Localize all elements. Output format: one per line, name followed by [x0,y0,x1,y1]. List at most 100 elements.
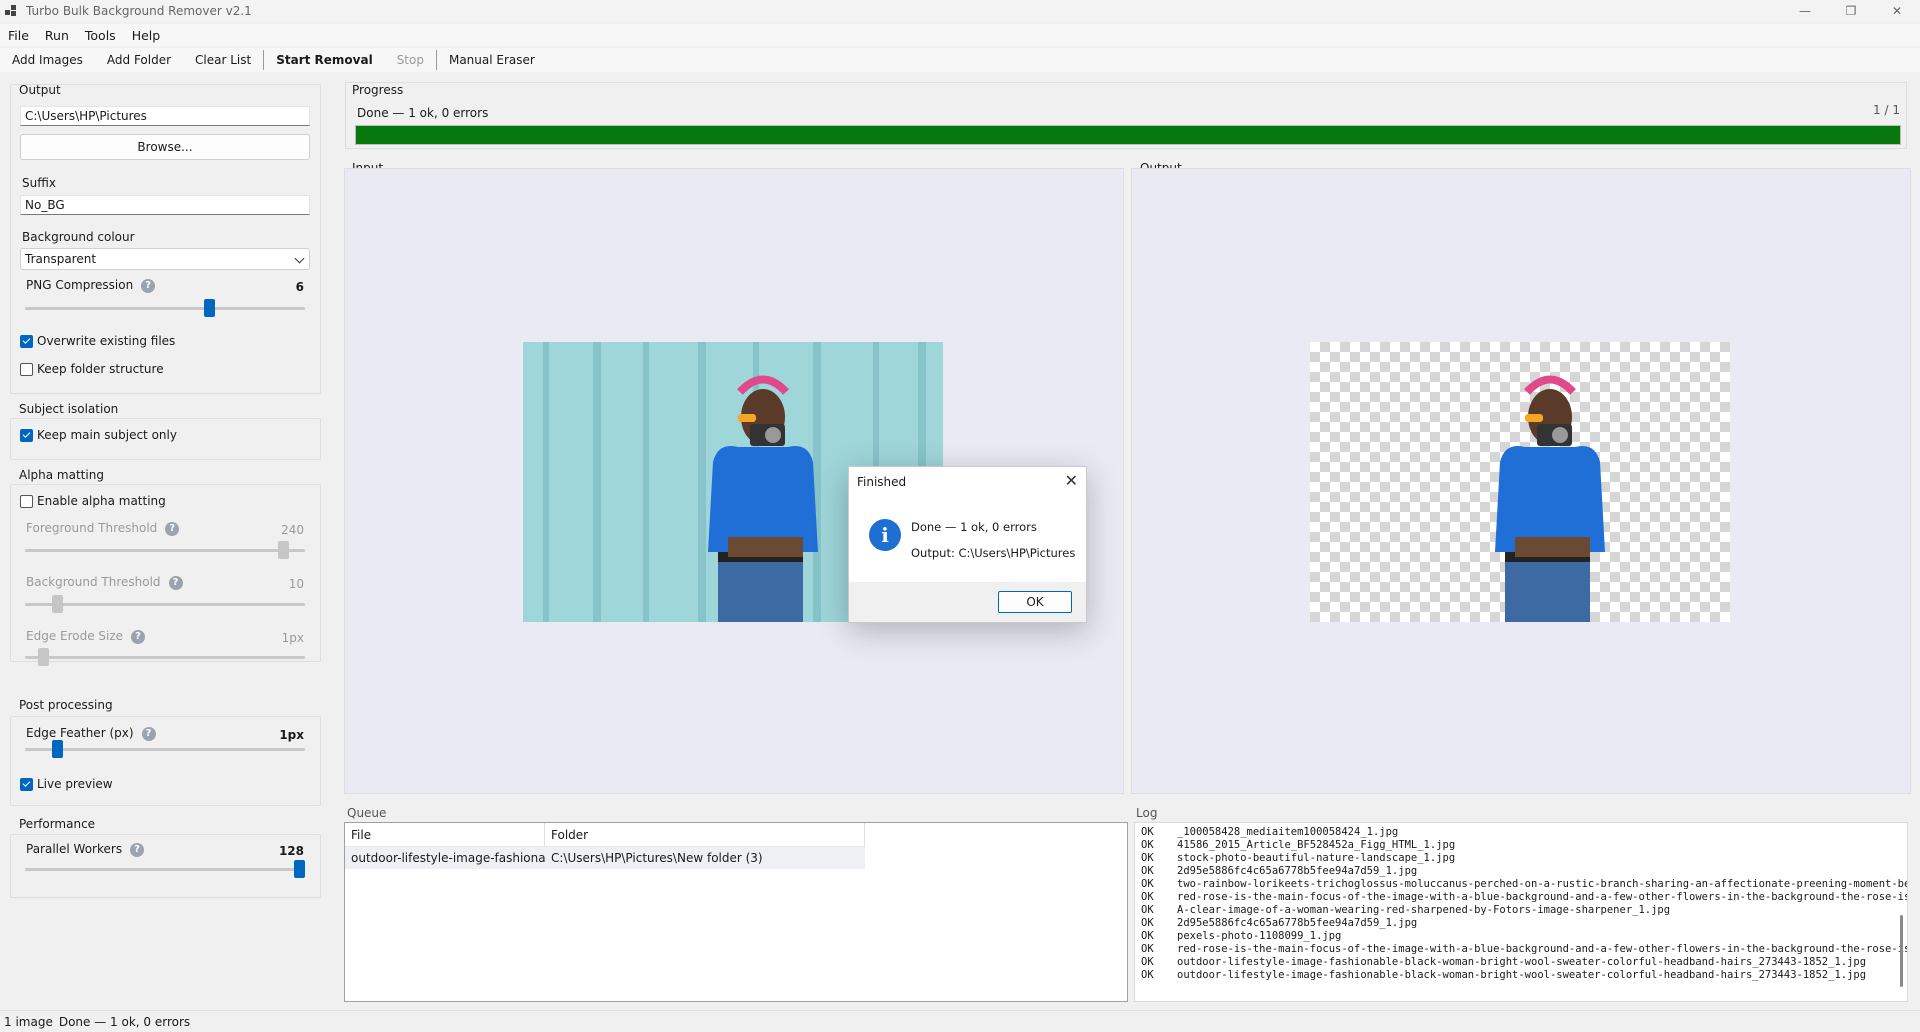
fg-threshold-thumb[interactable] [277,541,289,559]
menu-help[interactable]: Help [124,28,169,43]
bg-colour-value: Transparent [25,252,97,266]
list-item: OK A-clear-image-of-a-woman-wearing-red-s… [1141,904,1671,916]
overwrite-label: Overwrite existing files [37,334,176,348]
suffix-label: Suffix [22,176,56,190]
clear-list-button[interactable]: Clear List [183,48,263,72]
output-group-title: Output [19,83,61,97]
title-bar: Turbo Bulk Background Remover v2.1 — ❐ ✕ [0,0,1920,22]
parallel-workers-value: 128 [278,844,304,858]
list-item: OK 41586_2015_Article_BF528452a_Figg_HTML… [1141,839,1456,851]
list-item: OK pexels-photo-1108099_1.jpg [1141,930,1342,942]
start-removal-button[interactable]: Start Removal [264,48,384,72]
log-title: Log [1136,806,1158,820]
list-item: OK 2d95e5886fc4c65a6778b5fee94a7d59_1.jpg [1141,865,1418,877]
edge-erode-thumb[interactable] [38,648,50,666]
parallel-workers-thumb[interactable] [294,860,305,878]
dialog-footer: OK [849,582,1086,622]
output-path-field[interactable]: C:\Users\HP\Pictures [20,106,310,126]
log-scrollbar[interactable] [1900,915,1903,987]
bg-threshold-label: Background Threshold? [26,575,183,590]
png-compression-label: PNG Compression? [26,278,156,293]
live-preview-label: Live preview [37,777,113,791]
table-row[interactable]: outdoor-lifestyle-image-fashionab... [345,847,545,869]
bg-colour-label: Background colour [22,230,135,244]
app-icon [5,5,17,17]
post-group-title: Post processing [19,698,113,712]
list-item: OK _100058428_mediaitem100058424_1.jpg [1141,826,1399,838]
fg-threshold-value: 240 [281,523,304,537]
help-icon[interactable]: ? [141,726,156,741]
list-item: OK red-rose-is-the-main-focus-of-the-imag… [1141,943,1908,955]
fg-threshold-slider[interactable] [25,549,305,552]
queue-table: File Folder outdoor-lifestyle-image-fash… [344,822,1128,1002]
help-icon[interactable]: ? [130,842,145,857]
restore-icon[interactable]: ❐ [1828,0,1874,22]
checkbox-unchecked-icon[interactable] [20,494,33,508]
progress-status: Done — 1 ok, 0 errors [357,106,489,120]
queue-col-folder[interactable]: Folder [545,823,865,847]
ok-button[interactable]: OK [998,591,1072,613]
checkbox-checked-icon[interactable] [20,428,33,442]
checkbox-unchecked-icon[interactable] [20,362,33,376]
add-folder-button[interactable]: Add Folder [95,48,183,72]
dialog-message: Done — 1 ok, 0 errors [911,520,1037,534]
menu-run[interactable]: Run [37,28,77,43]
list-item: OK outdoor-lifestyle-image-fashionable-bl… [1141,969,1867,981]
fg-threshold-label: Foreground Threshold? [26,521,180,536]
png-compression-value: 6 [295,280,304,294]
toolbar: Add Images Add Folder Clear List Start R… [0,48,1920,72]
status-text: Done — 1 ok, 0 errors [58,1014,191,1029]
overwrite-checkbox[interactable]: Overwrite existing files [20,334,175,348]
edge-feather-thumb[interactable] [51,740,63,758]
settings-panel: Output C:\Users\HP\Pictures Browse... Su… [0,76,330,1010]
help-icon[interactable]: ? [131,629,146,644]
edge-feather-value: 1px [279,728,304,742]
list-item: OK 2d95e5886fc4c65a6778b5fee94a7d59_1.jpg [1141,917,1418,929]
help-icon[interactable]: ? [165,521,180,536]
edge-feather-label: Edge Feather (px)? [26,726,156,741]
checkbox-checked-icon[interactable] [20,777,33,791]
table-row[interactable]: C:\Users\HP\Pictures\New folder (3) [545,847,865,869]
list-item: OK two-rainbow-lorikeets-trichoglossus-mo… [1141,878,1908,890]
menu-bar: File Run Tools Help [0,24,1920,46]
png-compression-slider[interactable] [25,307,305,310]
minimize-icon[interactable]: — [1782,0,1828,22]
stop-button[interactable]: Stop [385,48,436,72]
help-icon[interactable]: ? [168,575,183,590]
menu-file[interactable]: File [0,28,37,43]
keep-main-checkbox[interactable]: Keep main subject only [20,428,177,442]
log-panel: OK _100058428_mediaitem100058424_1.jpg OK… [1134,822,1908,1002]
checkbox-checked-icon[interactable] [20,334,33,348]
add-images-button[interactable]: Add Images [0,48,95,72]
browse-button[interactable]: Browse... [20,134,310,160]
progress-bar [355,125,1901,145]
output-image [1310,342,1730,627]
live-preview-checkbox[interactable]: Live preview [20,777,113,791]
suffix-field[interactable]: No_BG [20,195,310,215]
bg-threshold-thumb[interactable] [51,595,63,613]
manual-eraser-button[interactable]: Manual Eraser [437,48,547,72]
queue-title: Queue [347,806,387,820]
perf-group-title: Performance [19,817,96,831]
info-icon: i [869,519,901,551]
edge-erode-value: 1px [281,631,304,645]
edge-erode-slider[interactable] [25,656,305,659]
keep-folder-checkbox[interactable]: Keep folder structure [20,362,164,376]
close-icon[interactable]: ✕ [1065,471,1078,490]
menu-tools[interactable]: Tools [77,28,124,43]
progress-fill [356,126,1900,144]
edge-feather-slider[interactable] [25,748,305,751]
enable-alpha-checkbox[interactable]: Enable alpha matting [20,494,166,508]
parallel-workers-slider[interactable] [25,868,305,871]
list-item: OK outdoor-lifestyle-image-fashionable-bl… [1141,956,1867,968]
bg-threshold-slider[interactable] [25,603,305,606]
keep-main-label: Keep main subject only [37,428,177,442]
png-compression-thumb[interactable] [204,299,216,317]
progress-count: 1 / 1 [1873,103,1900,117]
bg-colour-select[interactable]: Transparent [20,248,310,270]
queue-col-file[interactable]: File [345,823,545,847]
window-title: Turbo Bulk Background Remover v2.1 [26,4,252,18]
close-icon[interactable]: ✕ [1874,0,1920,22]
help-icon[interactable]: ? [141,278,156,293]
keep-folder-label: Keep folder structure [37,362,164,376]
